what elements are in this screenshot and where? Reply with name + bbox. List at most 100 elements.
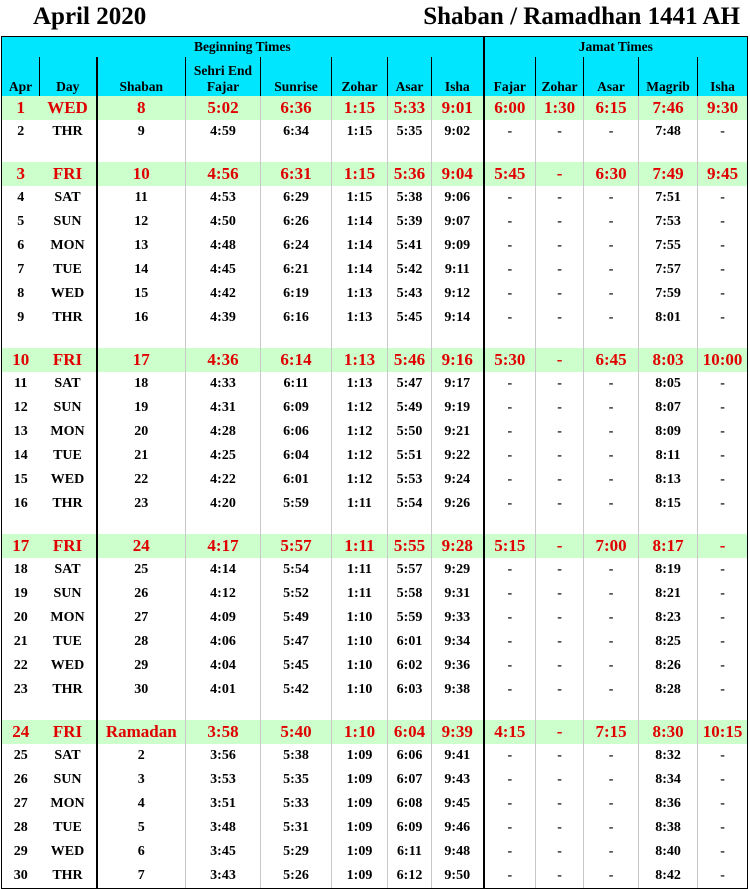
jamat-zohar-cell: - xyxy=(535,420,585,444)
fajar-cell: 4:31 xyxy=(185,396,261,420)
fajar-cell: 3:58 xyxy=(185,720,261,744)
zohar-cell: 1:10 xyxy=(331,606,388,630)
sunrise-cell: 6:14 xyxy=(260,348,332,372)
col-jamat-zohar: Zohar xyxy=(535,57,585,96)
jamat-fajar-cell: 5:45 xyxy=(483,162,537,186)
isha-cell: 9:46 xyxy=(431,816,485,840)
col-fajar-label: Fajar xyxy=(206,79,240,94)
shaban-date-cell: 2 xyxy=(96,744,186,768)
jamat-isha-cell: - xyxy=(697,282,749,306)
day-row: 18 SAT 25 4:14 5:54 1:11 5:57 9:29- - -8:19- xyxy=(1,558,749,582)
fajar-cell: 4:39 xyxy=(185,306,261,330)
asar-cell: 6:11 xyxy=(387,840,432,864)
col-fajar: Sehri End Fajar xyxy=(185,57,261,96)
sunrise-cell: 6:19 xyxy=(260,282,332,306)
shaban-date-cell: 15 xyxy=(96,282,186,306)
day-row: 23 THR 30 4:01 5:42 1:10 6:03 9:38- - -8:28- xyxy=(1,678,749,702)
day-row: 15 WED 22 4:22 6:01 1:12 5:53 9:24- - -8:13- xyxy=(1,468,749,492)
jamat-magrib-cell: 7:55 xyxy=(638,234,699,258)
isha-cell: 9:17 xyxy=(431,372,485,396)
jamat-magrib-cell: 7:51 xyxy=(638,186,699,210)
jamat-zohar-cell: - xyxy=(535,234,585,258)
spacer-cell xyxy=(185,516,261,534)
jamat-asar-cell: - xyxy=(583,768,640,792)
prayer-timetable: Beginning Times Jamat Times Apr Day Shab… xyxy=(0,36,749,889)
jamat-magrib-cell: 8:07 xyxy=(638,396,699,420)
day-cell: MON xyxy=(39,234,98,258)
fajar-cell: 4:36 xyxy=(185,348,261,372)
spacer-cell xyxy=(387,516,432,534)
asar-cell: 6:09 xyxy=(387,816,432,840)
spacer-cell xyxy=(697,516,749,534)
spacer-row xyxy=(1,330,749,348)
zohar-cell: 1:09 xyxy=(331,792,388,816)
jamat-isha-cell: - xyxy=(697,816,749,840)
jamat-asar-cell: 7:15 xyxy=(583,720,640,744)
timetable-body: 1 WED 8 5:02 6:36 1:15 5:33 9:01 6:00 1:30 6:15 7:4… xyxy=(1,96,749,889)
sunrise-cell: 6:36 xyxy=(260,96,332,120)
shaban-date-cell: 7 xyxy=(96,864,186,889)
spacer-cell xyxy=(535,144,585,162)
asar-cell: 5:54 xyxy=(387,492,432,516)
zohar-cell: 1:13 xyxy=(331,306,388,330)
asar-cell: 5:41 xyxy=(387,234,432,258)
spacer-cell xyxy=(387,144,432,162)
asar-cell: 5:51 xyxy=(387,444,432,468)
jamat-isha-cell: - xyxy=(697,372,749,396)
date-cell: 20 xyxy=(1,606,40,630)
col-shaban: Shaban xyxy=(96,57,186,96)
isha-cell: 9:09 xyxy=(431,234,485,258)
fajar-cell: 3:51 xyxy=(185,792,261,816)
jamat-magrib-cell: 8:30 xyxy=(638,720,699,744)
day-cell: TUE xyxy=(39,258,98,282)
day-row: 20 MON 27 4:09 5:49 1:10 5:59 9:33- - -8:23- xyxy=(1,606,749,630)
spacer-cell xyxy=(697,702,749,720)
jamat-asar-cell: - xyxy=(583,582,640,606)
jamat-zohar-cell: - xyxy=(535,720,585,744)
date-cell: 13 xyxy=(1,420,40,444)
isha-cell: 9:06 xyxy=(431,186,485,210)
jamat-asar-cell: - xyxy=(583,678,640,702)
jamat-isha-cell: - xyxy=(697,792,749,816)
date-cell: 25 xyxy=(1,744,40,768)
asar-cell: 6:06 xyxy=(387,744,432,768)
spacer-row xyxy=(1,516,749,534)
jamat-isha-cell: - xyxy=(697,468,749,492)
jamat-isha-cell: - xyxy=(697,744,749,768)
spacer-cell xyxy=(535,330,585,348)
date-cell: 16 xyxy=(1,492,40,516)
shaban-date-cell: 27 xyxy=(96,606,186,630)
isha-cell: 9:31 xyxy=(431,582,485,606)
shaban-date-cell: 3 xyxy=(96,768,186,792)
shaban-date-cell: 5 xyxy=(96,816,186,840)
zohar-cell: 1:13 xyxy=(331,372,388,396)
day-cell: WED xyxy=(39,654,98,678)
isha-cell: 9:26 xyxy=(431,492,485,516)
col-jamat-magrib: Magrib xyxy=(638,57,699,96)
shaban-date-cell: 18 xyxy=(96,372,186,396)
isha-cell: 9:11 xyxy=(431,258,485,282)
jamat-asar-cell: - xyxy=(583,396,640,420)
day-cell: THR xyxy=(39,864,98,889)
jamat-zohar-cell: 1:30 xyxy=(535,96,585,120)
zohar-cell: 1:09 xyxy=(331,840,388,864)
spacer-cell xyxy=(697,330,749,348)
spacer-cell xyxy=(185,330,261,348)
spacer-cell xyxy=(96,702,186,720)
shaban-date-cell: 23 xyxy=(96,492,186,516)
sehri-end-label: Sehri End xyxy=(193,63,253,78)
spacer-cell xyxy=(387,330,432,348)
spacer-cell xyxy=(260,516,332,534)
jamat-isha-cell: - xyxy=(697,534,749,558)
day-row: 12 SUN 19 4:31 6:09 1:12 5:49 9:19- - -8:07- xyxy=(1,396,749,420)
sunrise-cell: 5:35 xyxy=(260,768,332,792)
date-cell: 8 xyxy=(1,282,40,306)
jamat-asar-cell: - xyxy=(583,654,640,678)
date-cell: 24 xyxy=(1,720,40,744)
shaban-date-cell: 17 xyxy=(96,348,186,372)
day-row: 11 SAT 18 4:33 6:11 1:13 5:47 9:17- - -8:05- xyxy=(1,372,749,396)
jamat-isha-cell: - xyxy=(697,630,749,654)
jamat-isha-cell: - xyxy=(697,582,749,606)
date-cell: 28 xyxy=(1,816,40,840)
spacer-cell xyxy=(483,702,537,720)
